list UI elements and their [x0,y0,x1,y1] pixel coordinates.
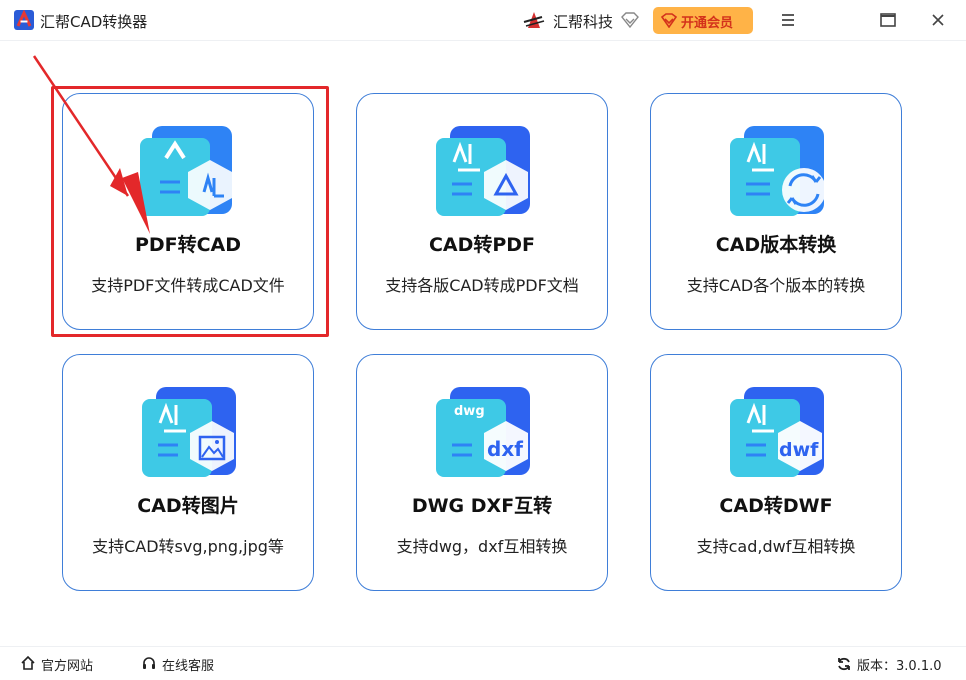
cad-to-image-icon [142,387,236,477]
close-icon[interactable] [928,10,948,30]
home-icon [21,655,35,670]
brand-logo-icon [523,12,545,28]
crown-icon [661,13,677,28]
card-title: CAD转PDF [428,234,536,256]
card-cad-to-pdf[interactable]: CAD转PDF 支持各版CAD转成PDF文档 [356,93,608,330]
online-service-label: 在线客服 [162,659,215,674]
card-cad-version[interactable]: CAD版本转换 支持CAD各个版本的转换 [650,93,902,330]
dxf-icon-text: dxf [487,437,523,461]
version-label: 版本：3.0.1.0 [857,659,942,674]
official-website-label: 官方网站 [41,659,94,674]
dwg-dxf-icon: dwg dxf [436,387,530,477]
card-desc: 支持PDF文件转成CAD文件 [91,276,285,295]
card-title: DWG DXF互转 [411,495,553,517]
card-desc: 支持CAD转svg,png,jpg等 [92,537,284,556]
vip-button[interactable]: 开通会员 [653,7,753,34]
card-cad-to-image[interactable]: CAD转图片 支持CAD转svg,png,jpg等 [62,354,314,591]
refresh-icon [838,657,850,671]
vip-label: 开通会员 [681,16,734,31]
title-bar: 汇帮CAD转换器 汇帮科技 开通会员 [0,0,966,41]
card-title: PDF转CAD [134,234,242,256]
app-logo-icon [14,10,34,30]
dwf-icon-text: dwf [779,439,819,461]
card-title: CAD版本转换 [715,234,837,256]
card-cad-to-dwf[interactable]: dwf CAD转DWF 支持cad,dwf互相转换 [650,354,902,591]
footer: 官方网站 在线客服 版本：3.0.1.0 [0,646,966,680]
diamond-icon[interactable] [621,12,639,28]
dwg-icon-text: dwg [454,404,485,419]
card-pdf-to-cad[interactable]: PDF转CAD 支持PDF文件转成CAD文件 [62,93,314,330]
card-desc: 支持各版CAD转成PDF文档 [385,276,579,295]
pdf-to-cad-icon [140,126,232,216]
app-title: 汇帮CAD转换器 [40,13,148,31]
card-desc: 支持dwg，dxf互相转换 [396,537,568,556]
cad-version-icon [730,126,826,216]
cad-to-dwf-icon: dwf [730,387,824,477]
card-title: CAD转DWF [719,495,833,517]
brand-name: 汇帮科技 [553,13,614,31]
card-title: CAD转图片 [137,495,239,517]
card-desc: 支持CAD各个版本的转换 [686,276,866,295]
menu-icon[interactable] [778,10,798,30]
maximize-icon[interactable] [878,10,898,30]
cad-to-pdf-icon [436,126,530,216]
headset-icon [143,657,155,669]
card-dwg-dxf[interactable]: dwg dxf DWG DXF互转 支持dwg，dxf互相转换 [356,354,608,591]
card-desc: 支持cad,dwf互相转换 [696,537,856,556]
